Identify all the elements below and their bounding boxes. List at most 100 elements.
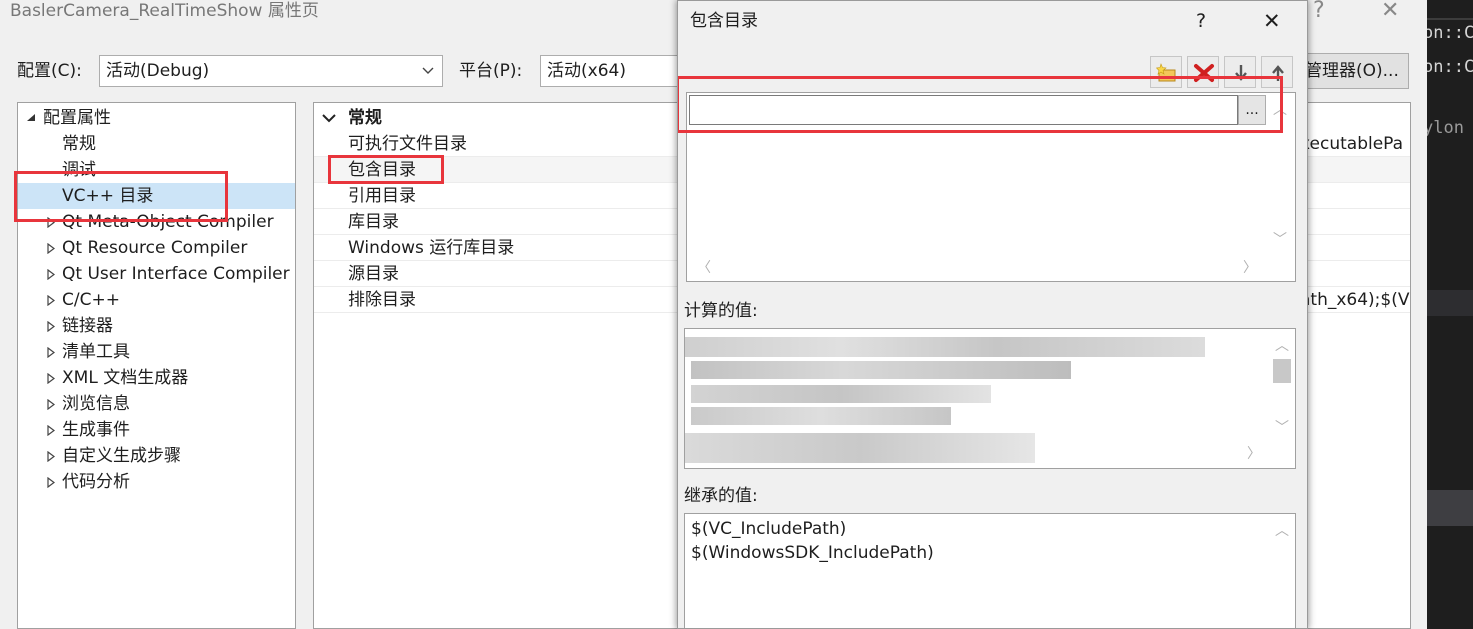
delete-line-button[interactable]	[1187, 56, 1219, 88]
close-icon[interactable]: ✕	[1381, 0, 1399, 22]
property-name: 库目录	[348, 212, 399, 232]
scroll-right-icon[interactable]: 〉	[1247, 447, 1261, 461]
tree-item[interactable]: 浏览信息	[18, 391, 295, 417]
config-manager-label: 管理器(O)...	[1305, 61, 1399, 81]
expand-arrow-icon[interactable]	[47, 339, 59, 365]
expand-arrow-icon[interactable]	[47, 235, 59, 261]
platform-label: 平台(P):	[459, 61, 523, 81]
window-title: BaslerCamera_RealTimeShow 属性页	[10, 1, 319, 21]
expand-arrow-icon[interactable]	[47, 391, 59, 417]
scrollbar-thumb[interactable]	[1273, 359, 1291, 383]
close-icon[interactable]: ✕	[1263, 9, 1281, 33]
tree-item-label: Qt Resource Compiler	[62, 238, 248, 258]
scroll-up-icon[interactable]: ︿	[1273, 103, 1287, 117]
blurred-text-line	[691, 385, 991, 403]
new-line-button[interactable]	[1150, 56, 1182, 88]
scroll-up-icon[interactable]: ︿	[1275, 524, 1289, 538]
property-value: ath_x64);$(V	[1300, 290, 1410, 310]
expand-arrow-icon[interactable]	[47, 443, 59, 469]
scroll-down-icon[interactable]: ﹀	[1275, 421, 1289, 435]
inherited-label: 继承的值:	[684, 486, 758, 506]
blurred-text-line	[685, 433, 1035, 463]
evaluated-label: 计算的值:	[684, 301, 758, 321]
inherited-value-box[interactable]: $(VC_IncludePath) $(WindowsSDK_IncludePa…	[684, 513, 1296, 628]
platform-value: 活动(x64)	[547, 61, 626, 81]
move-down-button[interactable]	[1224, 56, 1256, 88]
config-tree[interactable]: 配置属性 常规调试 VC++ 目录 Qt Meta-Object Compiler Q…	[17, 102, 296, 629]
arrow-down-icon	[1235, 65, 1247, 81]
tree-item[interactable]: C/C++	[18, 287, 295, 313]
scroll-left-icon[interactable]: 〈	[697, 261, 711, 275]
expand-arrow-icon[interactable]	[47, 469, 59, 495]
expand-arrow-icon[interactable]	[47, 365, 59, 391]
tree-item[interactable]: 调试	[18, 157, 295, 183]
tree-item-label: Qt User Interface Compiler	[62, 264, 290, 284]
tree-item[interactable]: Qt Resource Compiler	[18, 235, 295, 261]
expand-arrow-icon[interactable]	[47, 287, 59, 313]
tree-root[interactable]: 配置属性	[18, 105, 295, 131]
directory-list[interactable]: ... ︿ ﹀ 〈 〉	[686, 92, 1296, 282]
expand-arrow-icon[interactable]	[47, 417, 59, 443]
config-label: 配置(C):	[17, 61, 82, 81]
tree-item-label: C/C++	[62, 290, 120, 310]
arrow-up-icon	[1272, 65, 1284, 81]
tree-item[interactable]: 生成事件	[18, 417, 295, 443]
tree-item[interactable]: 链接器	[18, 313, 295, 339]
tree-item-label: Qt Meta-Object Compiler	[62, 212, 274, 232]
blurred-text-line	[685, 337, 1205, 357]
tree-item[interactable]: Qt User Interface Compiler	[18, 261, 295, 287]
scroll-up-icon[interactable]: ︿	[1275, 339, 1289, 353]
tree-item-label: VC++ 目录	[62, 186, 154, 206]
evaluated-value-box[interactable]: ︿ ﹀ 〉	[684, 328, 1296, 469]
expand-arrow-icon[interactable]	[47, 261, 59, 287]
tree-item-label: 调试	[62, 160, 96, 180]
tree-item[interactable]: 常规	[18, 131, 295, 157]
new-line-icon	[1156, 63, 1176, 82]
dialog-title: 包含目录	[690, 11, 758, 31]
delete-icon	[1194, 64, 1214, 82]
property-name: 包含目录	[348, 160, 416, 180]
browse-button[interactable]: ...	[1238, 95, 1266, 125]
editor-panel-bar-2	[1427, 490, 1473, 526]
editor-panel-bar	[1427, 290, 1473, 316]
tree-item[interactable]: 清单工具	[18, 339, 295, 365]
tree-item-label: 常规	[62, 134, 96, 154]
config-manager-button[interactable]: 管理器(O)...	[1296, 53, 1409, 89]
expand-arrow-icon[interactable]	[47, 313, 59, 339]
property-value: xecutablePa	[1300, 134, 1404, 154]
code-line-1: on::CG	[1427, 23, 1473, 43]
scroll-down-icon[interactable]: ﹀	[1273, 233, 1287, 247]
tree-item-label: 浏览信息	[62, 394, 130, 414]
tree-item-label: 清单工具	[62, 342, 130, 362]
tree-item[interactable]: XML 文档生成器	[18, 365, 295, 391]
code-line-3: ylon	[1427, 118, 1464, 138]
chevron-down-icon[interactable]	[322, 105, 336, 131]
config-value: 活动(Debug)	[106, 61, 210, 81]
tree-item[interactable]: 代码分析	[18, 469, 295, 495]
inherited-value-line: $(WindowsSDK_IncludePath)	[691, 543, 934, 563]
section-label: 常规	[348, 108, 382, 128]
property-name: Windows 运行库目录	[348, 238, 515, 258]
config-combobox[interactable]: 活动(Debug)	[99, 55, 443, 87]
tree-item-label: XML 文档生成器	[62, 368, 189, 388]
tree-item-label: 链接器	[62, 316, 113, 336]
property-name: 可执行文件目录	[348, 134, 467, 154]
tree-root-label: 配置属性	[43, 108, 111, 128]
directory-edit-field[interactable]	[689, 95, 1238, 125]
editor-divider	[1427, 18, 1473, 20]
tree-item-label: 代码分析	[62, 472, 130, 492]
help-icon[interactable]: ?	[1196, 9, 1206, 33]
move-up-button[interactable]	[1261, 56, 1293, 88]
help-icon[interactable]: ?	[1313, 0, 1325, 22]
code-line-2: on::Cl	[1427, 57, 1473, 77]
include-dirs-dialog: 包含目录 ? ✕ ... ︿ ﹀ 〈 〉 计算的值: ︿ ﹀ 〉 继承的值: $…	[677, 0, 1308, 629]
tree-item[interactable]: 自定义生成步骤	[18, 443, 295, 469]
expand-arrow-icon[interactable]	[47, 209, 59, 235]
code-editor-strip: on::CG on::Cl ylon	[1427, 0, 1473, 629]
collapse-icon[interactable]	[26, 105, 38, 131]
tree-item[interactable]: Qt Meta-Object Compiler	[18, 209, 295, 235]
scroll-right-icon[interactable]: 〉	[1243, 261, 1257, 275]
tree-item[interactable]: VC++ 目录	[18, 183, 295, 209]
tree-item-label: 自定义生成步骤	[62, 446, 181, 466]
blurred-text-line	[691, 407, 951, 425]
